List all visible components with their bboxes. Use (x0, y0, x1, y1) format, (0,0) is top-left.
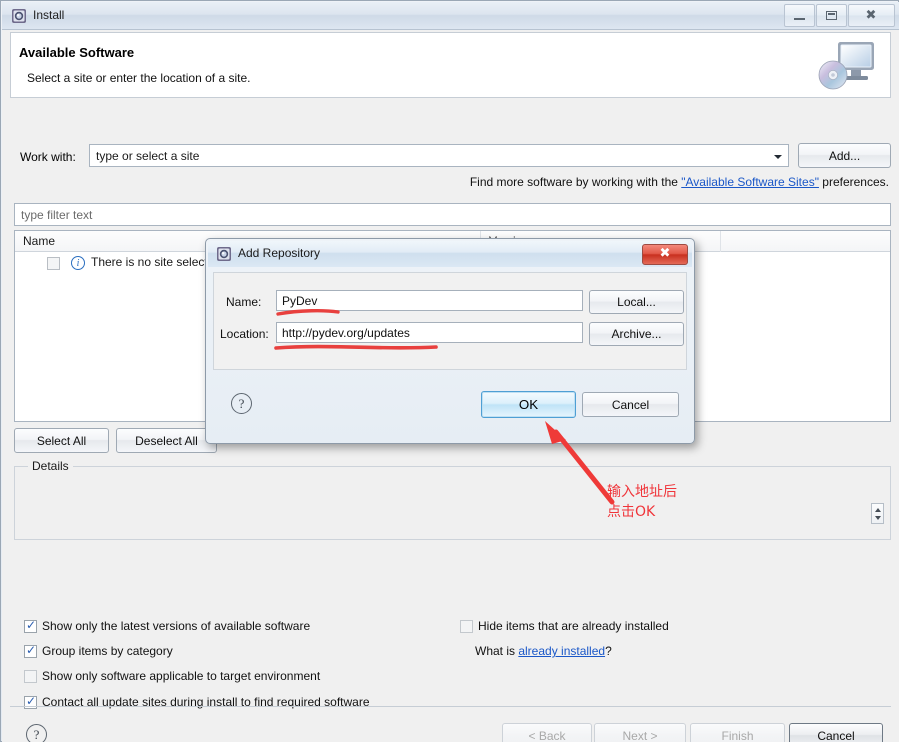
footer-divider (10, 706, 891, 707)
location-label: Location: (220, 327, 269, 341)
close-icon: ✖ (659, 246, 671, 261)
option-label: Group items by category (42, 644, 173, 658)
option-label: Show only the latest versions of availab… (42, 619, 311, 633)
dialog-help-button[interactable]: ? (231, 393, 252, 414)
page-title: Available Software (19, 45, 135, 60)
location-value: http://pydev.org/updates (282, 326, 410, 340)
what-is-prefix: What is (475, 644, 519, 658)
column-header-extra[interactable] (721, 231, 890, 252)
checkbox[interactable]: ✓ (24, 643, 37, 658)
install-wizard-window: Install ✖ Available Software Select a si… (0, 0, 899, 742)
close-button[interactable]: ✖ (848, 4, 895, 27)
option-label: Hide items that are already installed (478, 619, 669, 633)
local-button[interactable]: Local... (589, 290, 684, 314)
work-with-value: type or select a site (96, 149, 200, 163)
close-icon: ✖ (865, 8, 877, 23)
wizard-header: Available Software Select a site or ente… (10, 32, 891, 97)
checkbox[interactable]: ✓ (24, 618, 37, 633)
chevron-down-icon (875, 516, 881, 520)
add-repository-dialog: Add Repository ✖ Name: PyDev Local... Lo… (205, 238, 695, 444)
filter-input[interactable]: type filter text (14, 203, 891, 226)
dialog-fields-panel (213, 272, 687, 370)
filter-placeholder: type filter text (21, 208, 93, 222)
name-field[interactable]: PyDev (276, 290, 583, 311)
deselect-all-button[interactable]: Deselect All (116, 428, 217, 453)
available-software-sites-link[interactable]: "Available Software Sites" (681, 175, 819, 189)
details-scroll-spinner[interactable] (871, 503, 884, 524)
monitor-disc-icon (818, 42, 874, 90)
chevron-down-icon (774, 155, 782, 159)
what-is-already-installed: What is already installed? (475, 644, 612, 658)
already-installed-link[interactable]: already installed (518, 644, 605, 658)
window-titlebar: Install ✖ (2, 2, 899, 30)
name-value: PyDev (282, 294, 318, 308)
check-icon: ✓ (26, 618, 37, 632)
back-button[interactable]: < Back (502, 723, 592, 742)
checkbox[interactable] (460, 620, 473, 633)
select-all-button[interactable]: Select All (14, 428, 109, 453)
find-more-suffix: preferences. (818, 175, 889, 189)
location-field[interactable]: http://pydev.org/updates (276, 322, 583, 343)
details-label: Details (28, 459, 73, 473)
install-icon (217, 247, 231, 261)
dialog-title: Add Repository (238, 246, 321, 260)
cancel-button[interactable]: Cancel (789, 723, 883, 742)
ok-button[interactable]: OK (481, 391, 576, 418)
next-button[interactable]: Next > (594, 723, 686, 742)
option-label: Show only software applicable to target … (42, 669, 321, 683)
minimize-icon (794, 18, 805, 20)
archive-button[interactable]: Archive... (589, 322, 684, 346)
chevron-up-icon (875, 508, 881, 512)
work-with-label: Work with: (20, 150, 76, 164)
add-site-button[interactable]: Add... (798, 143, 891, 168)
work-with-combo[interactable]: type or select a site (89, 144, 789, 167)
dialog-close-button[interactable]: ✖ (642, 244, 688, 265)
check-icon: ✓ (26, 643, 37, 657)
checkbox[interactable] (24, 670, 37, 683)
find-more-software-text: Find more software by working with the "… (470, 175, 889, 189)
install-icon (12, 9, 26, 23)
row-checkbox[interactable] (47, 257, 60, 270)
dialog-cancel-button[interactable]: Cancel (582, 392, 679, 417)
dialog-titlebar: Add Repository ✖ (208, 241, 692, 267)
info-icon: i (71, 256, 85, 270)
details-group (14, 466, 891, 540)
find-more-prefix: Find more software by working with the (469, 175, 682, 189)
annotation-text: 输入地址后 点击OK (607, 484, 677, 520)
help-button[interactable]: ? (26, 724, 47, 742)
minimize-button[interactable] (784, 4, 815, 27)
finish-button[interactable]: Finish (690, 723, 785, 742)
maximize-button[interactable] (816, 4, 847, 27)
window-controls: ✖ (783, 4, 895, 27)
maximize-icon (826, 11, 837, 20)
name-label: Name: (226, 295, 262, 309)
page-subtitle: Select a site or enter the location of a… (27, 71, 251, 85)
checkbox[interactable]: ✓ (24, 694, 37, 709)
window-title: Install (33, 8, 65, 22)
what-is-suffix: ? (605, 644, 612, 658)
